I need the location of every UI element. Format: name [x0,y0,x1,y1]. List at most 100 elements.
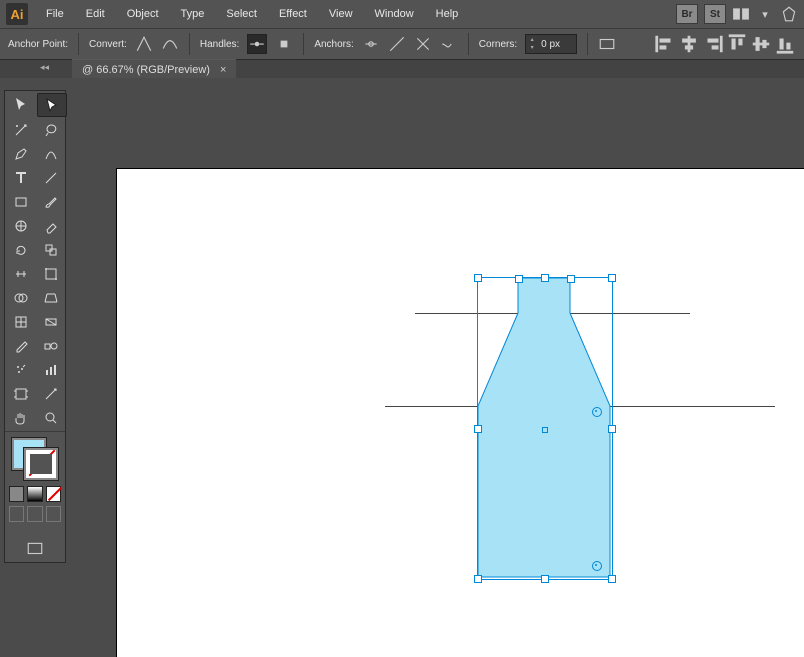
menu-select[interactable]: Select [216,4,267,24]
selection-tool[interactable] [7,93,35,115]
live-corner-widget[interactable] [592,561,602,571]
blend-tool[interactable] [37,335,65,357]
panel-collapse-icon[interactable]: ◂◂ [40,62,49,73]
shape-builder-tool[interactable] [7,287,35,309]
perspective-grid-tool[interactable] [37,287,65,309]
corners-input[interactable]: ▴▾ 0 px [525,34,577,54]
menu-object[interactable]: Object [117,4,169,24]
pen-tool[interactable] [7,143,35,165]
workspace [0,78,804,657]
line-tool[interactable] [37,167,65,189]
stepper-up-icon[interactable]: ▴ [526,36,538,44]
width-tool[interactable] [7,263,35,285]
canvas-area[interactable] [106,168,804,657]
anchor-handle[interactable] [515,275,523,283]
document-tab[interactable]: @ 66.67% (RGB/Preview) × [72,59,236,80]
draw-normal-icon[interactable] [9,506,24,522]
selection-handle[interactable] [608,575,616,583]
align-hcenter-icon[interactable] [678,34,700,54]
convert-smooth-icon[interactable] [161,35,179,53]
scale-tool[interactable] [37,239,65,261]
selection-center-icon [542,427,548,433]
magic-wand-tool[interactable] [7,119,35,141]
convert-label: Convert: [89,39,127,50]
align-group [654,34,796,54]
stroke-color-swatch[interactable] [24,448,58,480]
dropdown-icon[interactable]: ▾ [756,5,774,23]
eyedropper-tool[interactable] [7,335,35,357]
symbol-sprayer-tool[interactable] [7,359,35,381]
free-transform-tool[interactable] [37,263,65,285]
draw-inside-icon[interactable] [46,506,61,522]
menu-view[interactable]: View [319,4,363,24]
bottle-shape[interactable] [117,169,804,657]
menu-effect[interactable]: Effect [269,4,317,24]
selection-handle[interactable] [541,274,549,282]
remove-anchor-icon[interactable] [362,35,380,53]
align-left-icon[interactable] [654,34,676,54]
selection-handle[interactable] [474,425,482,433]
menu-file[interactable]: File [36,4,74,24]
hand-tool[interactable] [7,407,35,429]
artboard[interactable] [116,168,804,657]
handles-show-icon[interactable] [247,34,267,54]
isolate-icon[interactable] [598,35,616,53]
align-bottom-icon[interactable] [774,34,796,54]
add-anchor-icon[interactable] [388,35,406,53]
selection-handle[interactable] [608,425,616,433]
arrange-documents-icon[interactable] [732,5,750,23]
direct-selection-tool[interactable] [37,93,67,117]
document-tab-bar: ◂◂ @ 66.67% (RGB/Preview) × [0,60,804,80]
anchor-handle[interactable] [567,275,575,283]
corners-label: Corners: [479,39,517,50]
handles-hide-icon[interactable] [275,35,293,53]
selection-handle[interactable] [474,274,482,282]
handles-label: Handles: [200,39,239,50]
paintbrush-tool[interactable] [37,191,65,213]
curvature-tool[interactable] [37,143,65,165]
selection-handle[interactable] [474,575,482,583]
screen-mode-icon[interactable] [26,540,44,558]
align-top-icon[interactable] [726,34,748,54]
menu-window[interactable]: Window [365,4,424,24]
toolbox [4,90,66,563]
cut-path-icon[interactable] [440,35,458,53]
menu-bar: Ai File Edit Object Type Select Effect V… [0,0,804,28]
gradient-tool[interactable] [37,311,65,333]
menu-edit[interactable]: Edit [76,4,115,24]
column-graph-tool[interactable] [37,359,65,381]
close-tab-icon[interactable]: × [220,64,226,76]
align-right-icon[interactable] [702,34,724,54]
stock-button[interactable]: St [704,4,726,24]
bridge-button[interactable]: Br [676,4,698,24]
document-tab-title: @ 66.67% (RGB/Preview) [82,64,210,76]
draw-behind-icon[interactable] [27,506,42,522]
corners-value: 0 px [538,39,576,50]
shaper-tool[interactable] [7,215,35,237]
none-mode-icon[interactable] [46,486,61,502]
rectangle-tool[interactable] [7,191,35,213]
menu-help[interactable]: Help [426,4,469,24]
type-tool[interactable] [7,167,35,189]
artboard-tool[interactable] [7,383,35,405]
eraser-tool[interactable] [37,215,65,237]
lasso-tool[interactable] [37,119,65,141]
color-mode-icon[interactable] [9,486,24,502]
mesh-tool[interactable] [7,311,35,333]
convert-corner-icon[interactable] [135,35,153,53]
live-corner-widget[interactable] [592,407,602,417]
menu-type[interactable]: Type [171,4,215,24]
anchors-label: Anchors: [314,39,353,50]
selection-handle[interactable] [608,274,616,282]
align-vcenter-icon[interactable] [750,34,772,54]
rotate-tool[interactable] [7,239,35,261]
app-logo-icon: Ai [6,3,28,25]
gradient-mode-icon[interactable] [27,486,42,502]
stepper-down-icon[interactable]: ▾ [526,44,538,52]
selection-handle[interactable] [541,575,549,583]
gpu-preview-icon[interactable] [780,5,798,23]
slice-tool[interactable] [37,383,65,405]
connect-anchor-icon[interactable] [414,35,432,53]
fill-stroke-swatch[interactable] [12,438,58,480]
zoom-tool[interactable] [37,407,65,429]
